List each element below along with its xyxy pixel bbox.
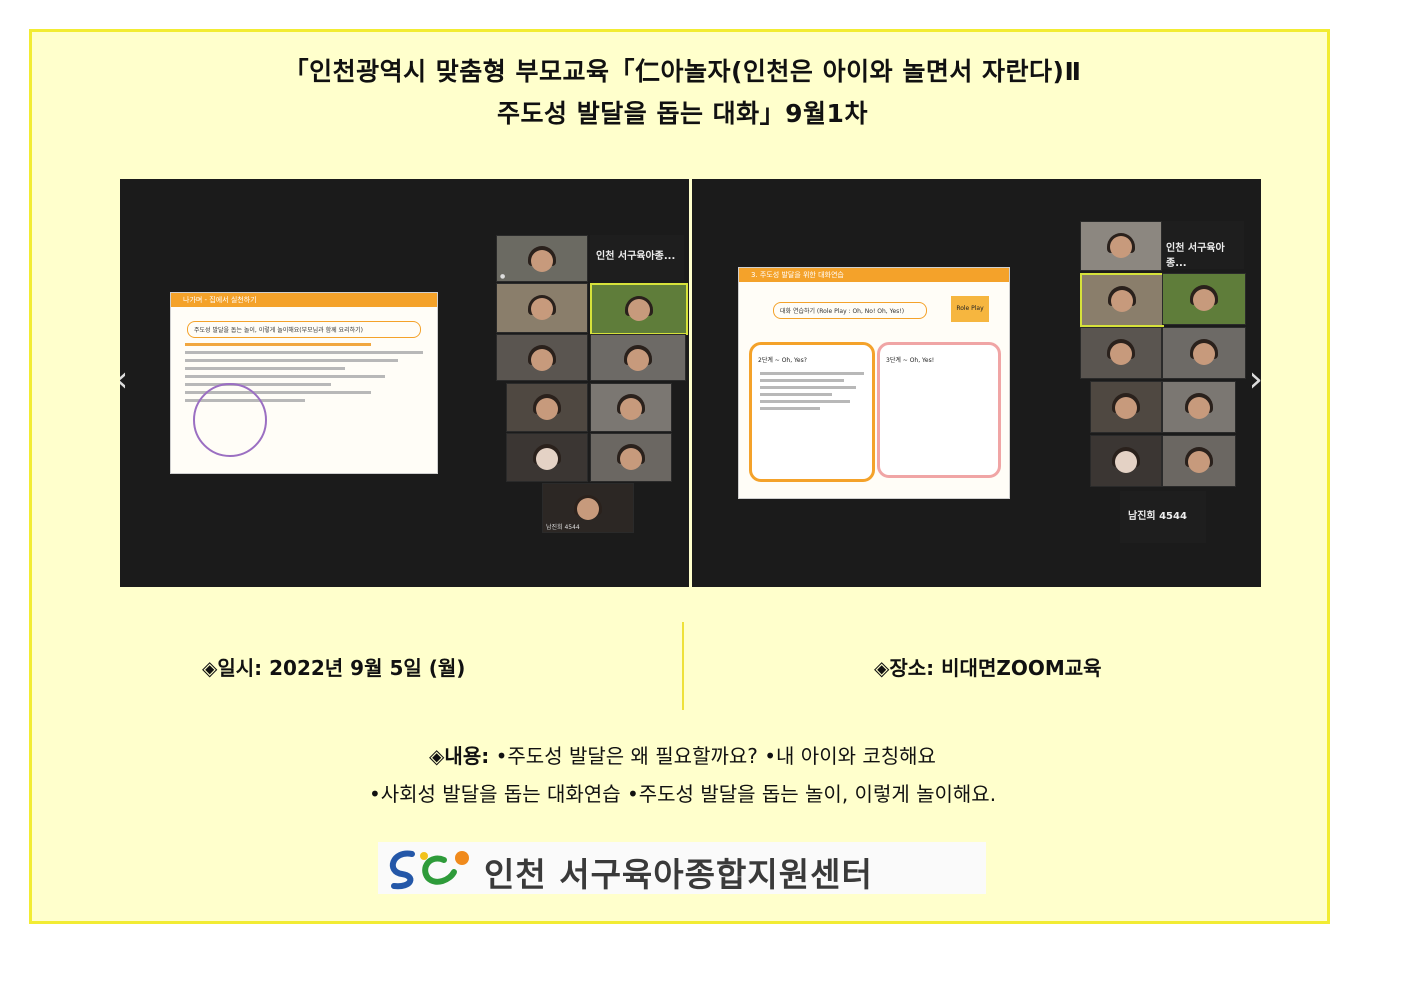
slide-text-line [760,393,832,396]
video-tile: ● [496,235,588,282]
slide-topic: 대화 연습하기 (Role Play : Oh, No! Oh, Yes!) [773,302,927,319]
organization-logo: 인천 서구육아종합지원센터 [378,842,986,894]
participant-name: 남진희 4544 [1128,511,1187,522]
active-speaker-tile [1080,273,1164,327]
slide-text-line [185,367,345,370]
content-line-1: ◈내용: •주도성 발달은 왜 필요할까요? •내 아이와 코칭해요 [32,740,1333,769]
video-tile [506,433,588,482]
content-items-1: •주도성 발달은 왜 필요할까요? •내 아이와 코칭해요 [495,744,936,768]
role-play-badge: Role Play [951,296,989,322]
slide-text-line [185,351,423,354]
slide-text-line [760,400,850,403]
content-label: ◈내용: [429,744,490,768]
chevron-right-icon: › [1249,359,1261,400]
participant-name: 남진희 4544 [546,524,580,531]
video-tile [1080,221,1162,271]
host-name: 인천 서구육아종... [1166,243,1225,269]
slide-text-line [760,379,844,382]
annotation-circle [193,383,267,457]
slide-text-line [185,375,385,378]
zoom-screenshot-left: ‹ 나가며 - 집에서 실천하기 주도성 발달을 돕는 놀이, 이렇게 놀이해요… [120,179,689,587]
participant-name-tile: 남진희 4544 [1120,491,1206,543]
video-tile [1090,381,1162,433]
event-date: ◈일시: 2022년 9월 5일 (월) [202,656,466,680]
slide-topic: 주도성 발달을 돕는 놀이, 이렇게 놀이해요(부모님과 함께 요리하기) [187,321,421,338]
video-tile [1080,327,1162,379]
zoom-screenshot-right: › 3. 주도성 발달을 위한 대화연습 대화 연습하기 (Role Play … [692,179,1261,587]
title-line-2: 주도성 발달을 돕는 대화」9월1차 [497,99,868,128]
slide-text-line [760,372,864,375]
host-video-tile: 인천 서구육아종... [590,235,684,280]
poster-card: 「인천광역시 맞춤형 부모교육「仁아놀자(인천은 아이와 놀면서 자란다)Ⅱ 주… [29,29,1330,924]
slide-text-line [760,386,856,389]
video-tile [506,383,588,432]
slide-header: 나가며 - 집에서 실천하기 [171,293,437,307]
center-logo-icon [389,850,469,890]
host-name: 인천 서구육아종... [596,251,676,262]
video-tile [496,334,588,381]
event-place: ◈장소: 비대면ZOOM교육 [874,656,1102,680]
video-tile [1162,435,1236,487]
video-tile [1090,435,1162,487]
video-tile [1162,381,1236,433]
step3-title: 3단계 ~ Oh, Yes! [886,357,935,364]
title-line-1: 「인천광역시 맞춤형 부모교육「仁아놀자(인천은 아이와 놀면서 자란다)Ⅱ [283,57,1082,86]
slide-text-line [185,359,398,362]
video-tile [590,334,686,381]
step2-box: 2단계 ~ Oh, Yes? [749,342,875,482]
host-video-tile: 인천 서구육아종... [1162,221,1244,269]
video-tile [1162,327,1246,379]
slide-text-line [185,383,332,386]
slide-text-line [760,407,820,410]
video-tile [590,433,672,482]
shared-slide: 나가며 - 집에서 실천하기 주도성 발달을 돕는 놀이, 이렇게 놀이해요(부… [170,292,438,474]
shared-slide: 3. 주도성 발달을 위한 대화연습 대화 연습하기 (Role Play : … [738,267,1010,499]
active-speaker-tile [590,283,688,335]
chevron-left-icon: ‹ [120,359,128,400]
step3-box: 3단계 ~ Oh, Yes! [877,342,1001,478]
logo-text: 인천 서구육아종합지원센터 [484,855,873,894]
video-tile [1162,273,1246,325]
step2-title: 2단계 ~ Oh, Yes? [758,357,807,364]
slide-text-line [185,343,372,346]
column-divider [682,622,684,710]
content-line-2: •사회성 발달을 돕는 대화연습 •주도성 발달을 돕는 놀이, 이렇게 놀이해… [368,782,997,806]
video-tile: 남진희 4544 [542,483,634,533]
video-tile [496,283,588,333]
video-tile [590,383,672,432]
slide-header: 3. 주도성 발달을 위한 대화연습 [739,268,1009,282]
